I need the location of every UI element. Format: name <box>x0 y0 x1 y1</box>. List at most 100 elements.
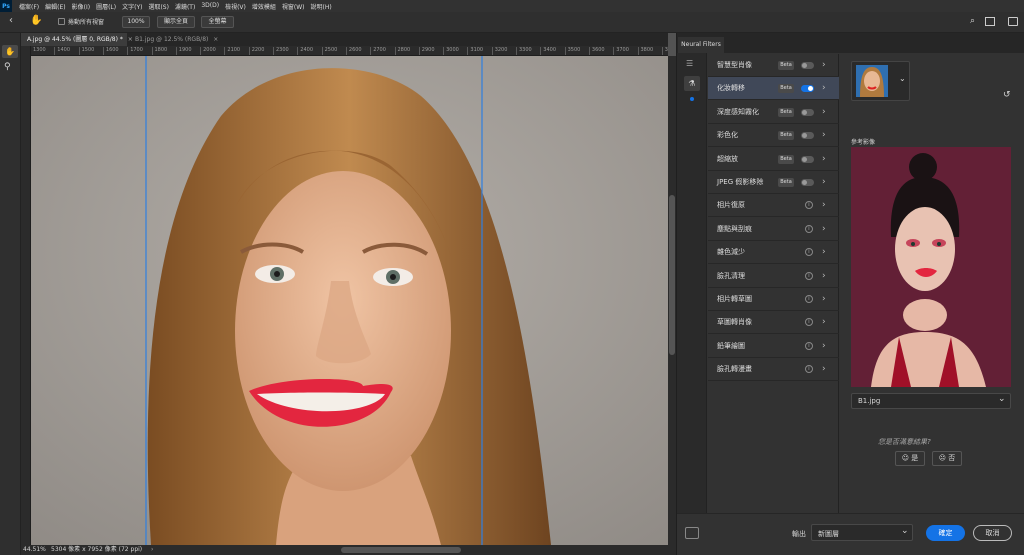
menu-items: 檔案(F) 編輯(E) 影像(I) 圖層(L) 文字(Y) 選取(S) 濾鏡(T) 3D(D)… <box>16 2 335 11</box>
reference-file-dropdown[interactable]: B1.jpg ⌄ <box>851 393 1011 409</box>
filter-row[interactable]: 超縮放 Beta › <box>708 148 839 171</box>
search-icon[interactable]: ⌕ <box>970 16 975 26</box>
filter-toggle[interactable] <box>801 85 814 93</box>
menu-item[interactable]: 圖層(L) <box>93 2 119 11</box>
filter-row[interactable]: 相片復原 i › <box>708 194 839 218</box>
beta-badge: Beta <box>778 84 794 94</box>
menu-item[interactable]: 文字(Y) <box>119 2 145 11</box>
scroll-all-checkbox[interactable] <box>58 18 65 25</box>
ruler-tick: 2500 <box>321 47 337 55</box>
hand-tool-button-icon[interactable]: ✋ <box>2 45 18 58</box>
chevron-right-icon[interactable]: › <box>822 246 826 258</box>
feedback-yes-button[interactable]: ☺ 是 <box>895 451 925 466</box>
chevron-right-icon[interactable]: › <box>822 129 826 141</box>
active-dot-icon <box>690 97 694 101</box>
feedback-no-button[interactable]: ☹ 否 <box>932 451 962 466</box>
chevron-right-icon[interactable]: › <box>822 153 826 165</box>
menu-item[interactable]: 說明(H) <box>308 2 335 11</box>
info-icon[interactable]: i <box>805 365 813 374</box>
menu-item[interactable]: 編輯(E) <box>42 2 68 11</box>
close-icon[interactable]: × <box>213 36 218 43</box>
chevron-right-icon[interactable]: › <box>822 106 826 118</box>
preview-toggle-icon[interactable] <box>685 527 699 539</box>
filter-row[interactable]: 鉛筆繪圖 i › <box>708 335 839 358</box>
menu-item[interactable]: 增效模組 <box>249 2 279 11</box>
beta-badge: Beta <box>778 107 794 117</box>
chevron-right-icon[interactable]: › <box>822 59 826 71</box>
filter-row[interactable]: 化妝轉移 Beta › <box>708 77 839 101</box>
menu-item[interactable]: 影像(I) <box>69 2 93 11</box>
menu-item[interactable]: 檢視(V) <box>222 2 249 11</box>
filter-row[interactable]: 塵點與刮痕 i › <box>708 218 839 241</box>
chevron-right-icon[interactable]: › <box>822 270 826 282</box>
tab-label: A.jpg @ 44.5% (圖層 0, RGB/8) * <box>27 36 123 43</box>
menu-item[interactable]: 視窗(W) <box>279 2 308 11</box>
filter-toggle[interactable] <box>801 108 814 116</box>
menu-item[interactable]: 濾鏡(T) <box>172 2 198 11</box>
filter-toggle[interactable] <box>801 155 814 163</box>
ruler-tick: 3900 <box>661 47 668 55</box>
chevron-right-icon[interactable]: › <box>822 293 826 305</box>
zoom-100-button[interactable]: 100% <box>122 16 150 28</box>
source-selector[interactable]: ⌄ <box>851 61 910 101</box>
info-icon[interactable]: i <box>805 295 813 303</box>
ruler-tick: 1900 <box>175 47 192 55</box>
filter-row[interactable]: 深度感知霧化 Beta › <box>708 101 839 124</box>
menu-item[interactable]: 3D(D) <box>198 2 222 11</box>
flask-icon[interactable]: ⚗ <box>684 76 700 91</box>
chevron-right-icon[interactable]: › <box>822 363 826 375</box>
photoshop-logo-icon[interactable]: Ps <box>0 0 12 12</box>
vertical-scrollbar[interactable] <box>668 56 676 545</box>
chevron-right-icon[interactable]: › <box>822 316 826 328</box>
filter-toggle[interactable] <box>801 132 814 140</box>
menu-item[interactable]: 選取(S) <box>145 2 172 11</box>
filter-row[interactable]: 臉孔清理 i › <box>708 265 839 288</box>
hand-tool-icon[interactable]: ✋ <box>30 15 42 26</box>
menu-item[interactable]: 檔案(F) <box>16 2 42 11</box>
filter-toggle[interactable] <box>801 62 814 69</box>
info-icon[interactable]: i <box>805 341 813 350</box>
zoom-tool-icon[interactable]: ⚲ <box>4 62 11 72</box>
info-icon[interactable]: i <box>805 224 813 233</box>
back-arrow-icon[interactable]: ‹ <box>9 15 13 26</box>
sliders-icon[interactable]: ☰ <box>686 59 693 68</box>
chevron-right-icon[interactable]: › <box>822 199 826 211</box>
filter-row[interactable]: 智慧型肖像 Beta › <box>708 54 839 77</box>
horizontal-scroll-thumb[interactable] <box>341 547 461 553</box>
tab-b1-jpg[interactable]: B1.jpg @ 12.5% (RGB/8) × <box>129 33 229 46</box>
info-icon[interactable]: i <box>805 201 813 210</box>
status-arrow-icon[interactable]: › <box>151 545 153 555</box>
filter-row[interactable]: 臉孔轉漫畫 i › <box>708 358 839 382</box>
filter-row[interactable]: 相片轉草圖 i › <box>708 288 839 311</box>
zoom-level[interactable]: 44.51% <box>23 545 46 555</box>
fit-screen-button[interactable]: 顯示全頁 <box>157 16 195 28</box>
filter-row[interactable]: JPEG 假影移除 Beta › <box>708 171 839 194</box>
chevron-down-icon[interactable]: ⌄ <box>998 394 1006 404</box>
cancel-button[interactable]: 取消 <box>973 525 1012 541</box>
filter-row[interactable]: 彩色化 Beta › <box>708 124 839 148</box>
workspace-icon[interactable] <box>985 17 995 26</box>
chevron-down-icon[interactable]: ⌄ <box>899 74 906 83</box>
chevron-right-icon[interactable]: › <box>822 82 826 94</box>
chevron-down-icon[interactable]: ⌄ <box>901 526 909 536</box>
info-icon[interactable]: i <box>805 318 813 327</box>
neural-filters-tab[interactable]: Neural Filters <box>678 37 724 53</box>
filter-name: 雜色減少 <box>717 248 745 257</box>
filter-row[interactable]: 草圖轉肖像 i › <box>708 311 839 335</box>
tab-a-jpg[interactable]: A.jpg @ 44.5% (圖層 0, RGB/8) * × <box>21 33 133 46</box>
document-canvas[interactable] <box>31 56 668 545</box>
info-icon[interactable]: i <box>805 248 813 257</box>
filter-row[interactable]: 雜色減少 i › <box>708 241 839 265</box>
ok-button[interactable]: 確定 <box>926 525 965 541</box>
output-dropdown[interactable]: 新圖層 ⌄ <box>811 524 913 541</box>
chevron-right-icon[interactable]: › <box>822 176 826 188</box>
scroll-thumb[interactable] <box>669 195 675 355</box>
info-icon[interactable]: i <box>805 271 813 280</box>
share-icon[interactable] <box>1008 17 1018 26</box>
reset-icon[interactable]: ↺ <box>1003 90 1011 100</box>
filter-toggle[interactable] <box>801 179 814 186</box>
chevron-right-icon[interactable]: › <box>822 340 826 352</box>
reference-image[interactable] <box>851 147 1011 387</box>
chevron-right-icon[interactable]: › <box>822 223 826 235</box>
fill-screen-button[interactable]: 全螢幕 <box>201 16 234 28</box>
